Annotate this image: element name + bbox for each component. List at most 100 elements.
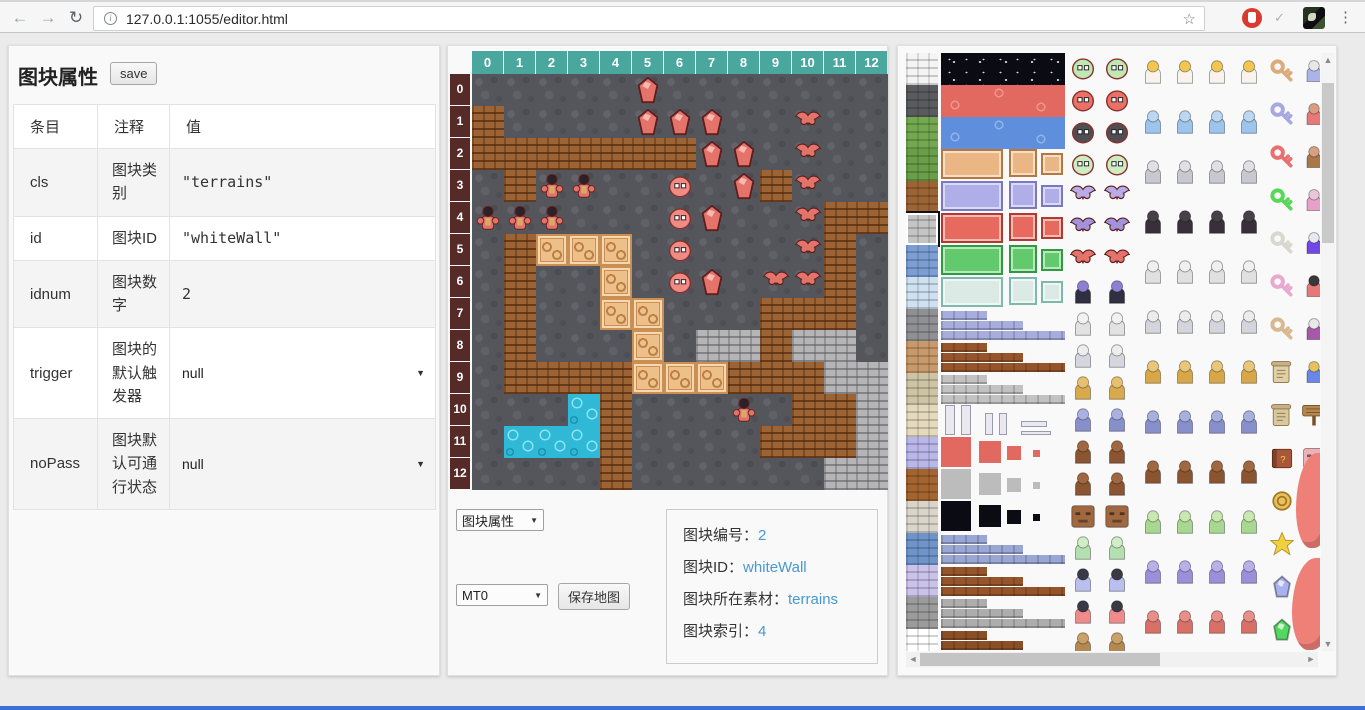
map-tile[interactable]: [696, 298, 728, 330]
palette-row-red-lava[interactable]: [941, 437, 1065, 469]
palette-row-starry-blocks[interactable]: [941, 501, 1065, 533]
map-tile[interactable]: [728, 266, 760, 298]
map-tile[interactable]: [600, 362, 632, 394]
adblock-extension-icon[interactable]: [1242, 8, 1262, 28]
palette-row-purple-wall[interactable]: [941, 181, 1065, 213]
map-tile[interactable]: [760, 202, 792, 234]
map-tile[interactable]: [568, 266, 600, 298]
palette-character-angel[interactable]: [1234, 57, 1264, 101]
map-tile[interactable]: [504, 106, 536, 138]
map-tile[interactable]: [760, 138, 792, 170]
palette-character-imp-purple[interactable]: [1138, 557, 1168, 601]
map-tile[interactable]: [664, 138, 696, 170]
palette-character-skeleton-white[interactable]: [1138, 257, 1168, 301]
map-tile[interactable]: [760, 170, 792, 202]
palette-row-gray-brick-steps[interactable]: [941, 373, 1065, 405]
palette-npc-red-dwarf[interactable]: [1300, 100, 1320, 130]
map-tile[interactable]: [792, 170, 824, 202]
map-tile[interactable]: [536, 74, 568, 106]
map-tile[interactable]: [728, 298, 760, 330]
palette-step-strip[interactable]: [941, 363, 1065, 372]
palette-character-blue-ghost[interactable]: [1138, 107, 1168, 151]
palette-character-golem-brown[interactable]: [1170, 457, 1200, 501]
palette-item-key-fancy[interactable]: [1268, 315, 1296, 343]
map-tile[interactable]: [856, 394, 888, 426]
map-tile[interactable]: [792, 202, 824, 234]
info-value[interactable]: 2: [758, 527, 766, 544]
palette-pillar[interactable]: [1021, 421, 1047, 427]
palette-character-imp-red[interactable]: [1234, 607, 1264, 651]
map-tile[interactable]: [664, 234, 696, 266]
map-tile[interactable]: [504, 458, 536, 490]
map-tile[interactable]: [728, 106, 760, 138]
map-tile[interactable]: [504, 394, 536, 426]
palette-character-gold-warrior[interactable]: [1202, 357, 1232, 401]
map-tile[interactable]: [472, 106, 504, 138]
map-tile[interactable]: [568, 362, 600, 394]
map-tile[interactable]: [632, 170, 664, 202]
scroll-right-icon[interactable]: ►: [1304, 652, 1318, 666]
palette-step-strip[interactable]: [941, 343, 987, 352]
palette-row-red-water[interactable]: [941, 85, 1065, 117]
palette-character-skeleton-white[interactable]: [1202, 257, 1232, 301]
palette-item-parchment[interactable]: [1268, 401, 1296, 429]
palette-autotile[interactable]: [1009, 181, 1037, 209]
palette-shrink-block[interactable]: [1033, 450, 1040, 457]
palette-step-strip[interactable]: [941, 353, 1023, 362]
map-tile[interactable]: [664, 266, 696, 298]
map-tile[interactable]: [472, 394, 504, 426]
horizontal-scrollbar[interactable]: ◄ ►: [906, 652, 1318, 667]
map-tile[interactable]: [600, 202, 632, 234]
map-tile[interactable]: [728, 458, 760, 490]
map-tile[interactable]: [824, 202, 856, 234]
map-tile[interactable]: [664, 394, 696, 426]
map-tile[interactable]: [696, 170, 728, 202]
palette-shrink-block[interactable]: [941, 501, 971, 531]
palette-character-gold-warrior[interactable]: [1138, 357, 1168, 401]
palette-monster-green-ghost[interactable]: [1102, 533, 1132, 563]
map-tile[interactable]: [504, 426, 536, 458]
back-icon[interactable]: ←: [8, 6, 32, 30]
map-tile[interactable]: [504, 298, 536, 330]
palette-monster-red-ghost[interactable]: [1102, 597, 1132, 627]
palette-pillar[interactable]: [1021, 431, 1051, 435]
palette-shrink-block[interactable]: [979, 473, 1001, 495]
map-tile[interactable]: [632, 458, 664, 490]
palette-monster-red-slime[interactable]: [1102, 85, 1132, 115]
map-tile[interactable]: [856, 138, 888, 170]
vertical-scrollbar[interactable]: ▲ ▼: [1321, 53, 1335, 651]
palette-monster-vampire[interactable]: [1068, 277, 1098, 307]
palette-monster-green-slime[interactable]: [1102, 53, 1132, 83]
palette-item-scroll-red[interactable]: [1268, 358, 1296, 386]
map-tile[interactable]: [856, 426, 888, 458]
palette-step-strip[interactable]: [941, 577, 1023, 586]
page-info-icon[interactable]: i: [104, 12, 117, 25]
map-tile[interactable]: [792, 266, 824, 298]
palette-autotile[interactable]: [1009, 245, 1037, 273]
map-tile[interactable]: [472, 458, 504, 490]
palette-step-strip[interactable]: [941, 587, 1065, 596]
palette-row-pillars[interactable]: [941, 405, 1065, 437]
palette-character-imp-green[interactable]: [1138, 507, 1168, 551]
url-text[interactable]: 127.0.0.1:1055/editor.html: [126, 11, 288, 27]
palette-autotile[interactable]: [1041, 249, 1063, 271]
palette-autotile[interactable]: [941, 149, 1003, 179]
map-tile[interactable]: [536, 394, 568, 426]
map-tile[interactable]: [856, 330, 888, 362]
palette-step-strip[interactable]: [941, 321, 1023, 330]
palette-character-skeleton-white[interactable]: [1234, 257, 1264, 301]
map-tile[interactable]: [568, 170, 600, 202]
palette-item-key-red[interactable]: [1268, 143, 1296, 171]
map-tile[interactable]: [760, 426, 792, 458]
palette-step-strip[interactable]: [941, 631, 987, 640]
palette-npc-fairy[interactable]: [1300, 186, 1320, 216]
palette-character-dark-demon[interactable]: [1202, 207, 1232, 251]
map-tile[interactable]: [856, 234, 888, 266]
map-tile[interactable]: [600, 138, 632, 170]
map-tile[interactable]: [632, 106, 664, 138]
info-value[interactable]: terrains: [788, 591, 838, 608]
map-tile[interactable]: [824, 138, 856, 170]
palette-monster-golem-guard[interactable]: [1102, 469, 1132, 499]
palette-terrain-dark-stone[interactable]: [906, 85, 938, 117]
map-tile[interactable]: [472, 298, 504, 330]
